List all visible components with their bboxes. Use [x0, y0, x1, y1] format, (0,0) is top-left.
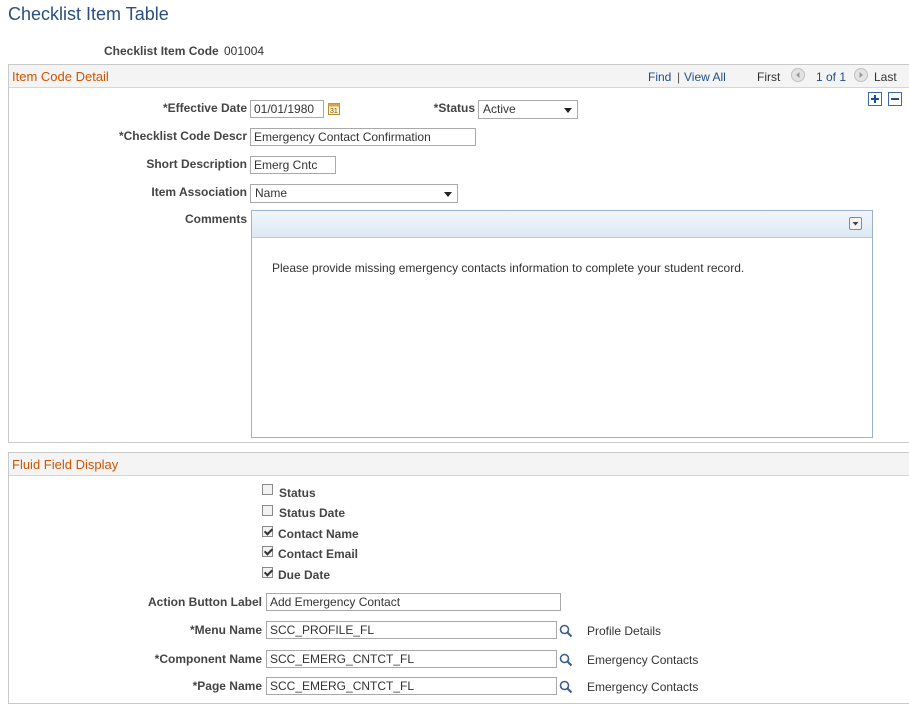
add-row-icon[interactable]: [868, 92, 882, 106]
contact-name-checkbox-label: Contact Name: [278, 527, 359, 541]
status-label: *Status: [433, 101, 475, 115]
previous-icon[interactable]: [791, 68, 805, 82]
short-description-input[interactable]: Emerg Cntc: [250, 156, 336, 174]
checklist-item-code-value: 001004: [224, 44, 265, 58]
delete-row-icon[interactable]: [888, 92, 902, 106]
page-title: Checklist Item Table: [8, 4, 169, 24]
comments-editor-toolbar: [252, 211, 872, 238]
item-association-label: Item Association: [151, 185, 247, 199]
action-button-label-input[interactable]: Add Emergency Contact: [266, 593, 561, 611]
component-name-label: *Component Name: [154, 652, 262, 666]
page-name-input[interactable]: SCC_EMERG_CNTCT_FL: [266, 677, 557, 695]
comments-text: Please provide missing emergency contact…: [272, 261, 745, 275]
checklist-item-code-label: Checklist Item Code: [104, 44, 219, 58]
contact-name-checkbox[interactable]: [262, 526, 273, 537]
item-association-select-value: Name: [255, 186, 288, 200]
last-link[interactable]: Last: [874, 70, 897, 84]
action-button-label-label: Action Button Label: [148, 595, 262, 609]
checklist-code-descr-input[interactable]: Emergency Contact Confirmation: [250, 128, 476, 146]
status-select-value: Active: [483, 102, 516, 116]
fluid-field-display-title: Fluid Field Display: [12, 457, 119, 472]
comments-editor[interactable]: Please provide missing emergency contact…: [251, 210, 873, 438]
menu-name-description: Profile Details: [587, 624, 662, 638]
lookup-icon[interactable]: [559, 624, 573, 638]
effective-date-label: *Effective Date: [162, 101, 247, 115]
status-date-checkbox[interactable]: [262, 505, 273, 516]
contact-email-checkbox-label: Contact Email: [278, 547, 359, 561]
next-icon[interactable]: [854, 68, 868, 82]
find-link[interactable]: Find: [648, 70, 671, 84]
item-code-detail-header: Item Code Detail Find | View All First 1…: [9, 65, 909, 88]
due-date-checkbox[interactable]: [262, 567, 273, 578]
component-name-description: Emergency Contacts: [587, 653, 699, 667]
status-date-checkbox-label: Status Date: [279, 506, 346, 520]
checklist-code-descr-label: *Checklist Code Descr: [118, 129, 247, 143]
lookup-icon[interactable]: [559, 653, 573, 667]
page-name-description: Emergency Contacts: [587, 680, 699, 694]
fluid-field-display-header: Fluid Field Display: [9, 453, 909, 476]
editor-menu-icon[interactable]: [849, 217, 862, 230]
item-code-detail-title: Item Code Detail: [12, 69, 109, 84]
contact-email-checkbox[interactable]: [262, 546, 273, 557]
row-counter: 1 of 1: [816, 70, 847, 84]
chevron-down-icon: [564, 108, 572, 113]
status-checkbox[interactable]: [262, 484, 273, 495]
nav-separator: |: [677, 70, 681, 84]
short-description-label: Short Description: [146, 157, 247, 171]
chevron-down-icon: [444, 192, 452, 197]
first-link[interactable]: First: [757, 70, 780, 84]
menu-name-label: *Menu Name: [189, 623, 262, 637]
lookup-icon[interactable]: [559, 680, 573, 694]
page-name-label: *Page Name: [192, 679, 262, 693]
status-select[interactable]: Active: [478, 100, 578, 119]
component-name-input[interactable]: SCC_EMERG_CNTCT_FL: [266, 650, 557, 668]
svg-text:31: 31: [330, 108, 338, 115]
calendar-icon[interactable]: 31: [328, 102, 340, 115]
menu-name-input[interactable]: SCC_PROFILE_FL: [266, 621, 557, 639]
item-association-select[interactable]: Name: [250, 184, 458, 203]
comments-label: Comments: [184, 212, 247, 226]
due-date-checkbox-label: Due Date: [278, 568, 331, 582]
view-all-link[interactable]: View All: [684, 70, 726, 84]
effective-date-input[interactable]: 01/01/1980: [250, 100, 324, 118]
status-checkbox-label: Status: [279, 486, 316, 500]
